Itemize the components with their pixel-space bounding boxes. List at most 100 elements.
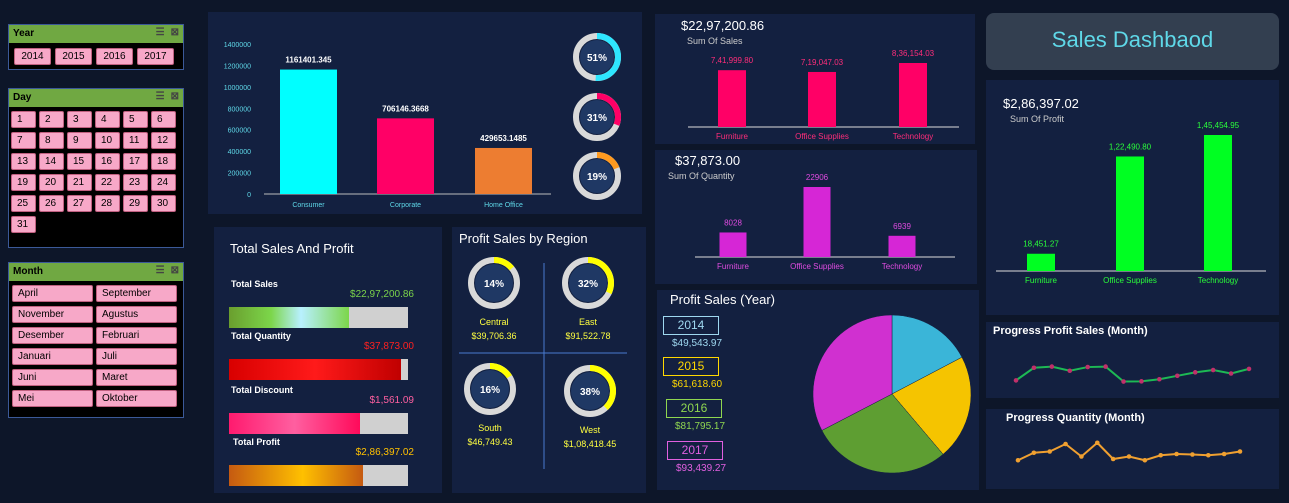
pq-svg-point-1	[1015, 457, 1021, 463]
day-button-17[interactable]: 17	[123, 153, 148, 170]
day-button-8[interactable]: 8	[39, 132, 64, 149]
row-total-discount-bar-fill	[229, 413, 360, 434]
segment-category-label: Home Office	[484, 202, 523, 209]
row-total-quantity-value: $37,873.00	[363, 341, 414, 352]
day-button-14[interactable]: 14	[39, 153, 64, 170]
clear-filter-icon[interactable]: ⊠	[171, 265, 179, 276]
row-total-quantity-bar	[229, 359, 408, 380]
totals-panel: Total Sales And Profit Total Sales $22,97…	[214, 227, 442, 493]
pp-svg-point-6	[1103, 364, 1108, 369]
day-button-22[interactable]: 22	[95, 174, 120, 191]
segment-y-tick: 800000	[228, 106, 251, 113]
month-button-juli[interactable]: Juli	[96, 348, 177, 365]
year-button-2016[interactable]: 2016	[96, 48, 133, 65]
progress-quantity-panel: Progress Quantity (Month)	[986, 409, 1279, 489]
day-button-1[interactable]: 1	[11, 111, 36, 128]
day-button-28[interactable]: 28	[95, 195, 120, 212]
progress-quantity-line-chart	[1015, 440, 1243, 463]
month-slicer-header: Month ☰ ⊠	[9, 263, 183, 281]
profit-svg-bar-furniture	[1027, 253, 1055, 271]
month-button-maret[interactable]: Maret	[96, 369, 177, 386]
value-label: 18,451.27	[1023, 240, 1059, 249]
value-label: 1,45,454.95	[1197, 121, 1240, 130]
day-slicer-title: Day	[13, 92, 32, 103]
segment-value-label: 1161401.345	[285, 56, 332, 65]
day-button-6[interactable]: 6	[151, 111, 176, 128]
month-button-februari[interactable]: Februari	[96, 327, 177, 344]
day-button-26[interactable]: 26	[39, 195, 64, 212]
totals-title: Total Sales And Profit	[230, 241, 354, 256]
day-button-20[interactable]: 20	[39, 174, 64, 191]
sales-svg-bar-technology	[899, 63, 927, 127]
month-button-april[interactable]: April	[12, 285, 93, 302]
segment-donut-3: 19%	[573, 152, 621, 200]
segment-bar-chart: 1400000 1200000 1000000 800000 600000 400000 2…	[224, 33, 621, 209]
year-slicer-header: Year ☰ ⊠	[9, 25, 183, 43]
clear-filter-icon[interactable]: ⊠	[171, 27, 179, 38]
month-button-mei[interactable]: Mei	[12, 390, 93, 407]
day-button-15[interactable]: 15	[67, 153, 92, 170]
day-button-29[interactable]: 29	[123, 195, 148, 212]
day-button-30[interactable]: 30	[151, 195, 176, 212]
month-button-desember[interactable]: Desember	[12, 327, 93, 344]
year-button-2017[interactable]: 2017	[137, 48, 174, 65]
day-button-27[interactable]: 27	[67, 195, 92, 212]
day-button-13[interactable]: 13	[11, 153, 36, 170]
day-button-16[interactable]: 16	[95, 153, 120, 170]
year-button-2015[interactable]: 2015	[55, 48, 92, 65]
category-label: Office Supplies	[790, 262, 844, 271]
quantity-svg-bar-furniture	[719, 232, 747, 257]
sales-svg-bar-furniture	[718, 70, 746, 127]
region-donut-central-label: 14%	[484, 279, 504, 290]
segment-bar-corporate	[377, 118, 434, 194]
segment-y-tick: 1400000	[224, 42, 251, 49]
day-button-7[interactable]: 7	[11, 132, 36, 149]
day-button-21[interactable]: 21	[67, 174, 92, 191]
pq-svg-point-2	[1031, 450, 1037, 456]
segment-bar-home-office	[475, 147, 532, 194]
pq-svg-point-5	[1079, 454, 1084, 459]
pq-svg-point-14	[1221, 451, 1227, 457]
segment-y-tick: 400000	[228, 149, 251, 156]
month-button-januari[interactable]: Januari	[12, 348, 93, 365]
day-button-10[interactable]: 10	[95, 132, 120, 149]
day-button-11[interactable]: 11	[123, 132, 148, 149]
pp-svg-point-11	[1192, 370, 1198, 375]
row-total-quantity-bar-fill	[229, 359, 401, 380]
multi-select-icon[interactable]: ☰	[156, 27, 165, 38]
day-button-4[interactable]: 4	[95, 111, 120, 128]
month-slicer: Month ☰ ⊠ April September November Agustus De…	[8, 262, 184, 418]
month-button-november[interactable]: November	[12, 306, 93, 323]
day-button-9[interactable]: 9	[67, 132, 92, 149]
clear-filter-icon[interactable]: ⊠	[171, 91, 179, 102]
value-label: 8028	[724, 218, 742, 227]
day-button-24[interactable]: 24	[151, 174, 176, 191]
day-button-18[interactable]: 18	[151, 153, 176, 170]
month-button-agustus[interactable]: Agustus	[96, 306, 177, 323]
day-button-12[interactable]: 12	[151, 132, 176, 149]
pp-svg-point-12	[1210, 367, 1216, 373]
region-name-west: West	[580, 425, 601, 435]
day-button-19[interactable]: 19	[11, 174, 36, 191]
category-label: Technology	[1198, 276, 1238, 285]
row-total-sales-label: Total Sales	[231, 279, 278, 289]
day-button-25[interactable]: 25	[11, 195, 36, 212]
segment-chart-panel: 1400000 1200000 1000000 800000 600000 400000 2…	[208, 12, 642, 214]
month-button-oktober[interactable]: Oktober	[96, 390, 177, 407]
day-button-23[interactable]: 23	[123, 174, 148, 191]
month-button-september[interactable]: September	[96, 285, 177, 302]
day-button-5[interactable]: 5	[123, 111, 148, 128]
month-button-juni[interactable]: Juni	[12, 369, 93, 386]
pq-svg-point-6	[1094, 440, 1100, 446]
day-button-31[interactable]: 31	[11, 216, 36, 233]
day-button-3[interactable]: 3	[67, 111, 92, 128]
segment-y-tick: 1200000	[224, 63, 251, 70]
region-donut-west-label: 38%	[580, 387, 600, 398]
region-donut-south-label: 16%	[480, 385, 500, 396]
pp-svg-point-3	[1049, 364, 1055, 369]
multi-select-icon[interactable]: ☰	[156, 265, 165, 276]
multi-select-icon[interactable]: ☰	[156, 91, 165, 102]
pq-svg-point-9	[1142, 457, 1148, 463]
day-button-2[interactable]: 2	[39, 111, 64, 128]
year-button-2014[interactable]: 2014	[14, 48, 51, 65]
